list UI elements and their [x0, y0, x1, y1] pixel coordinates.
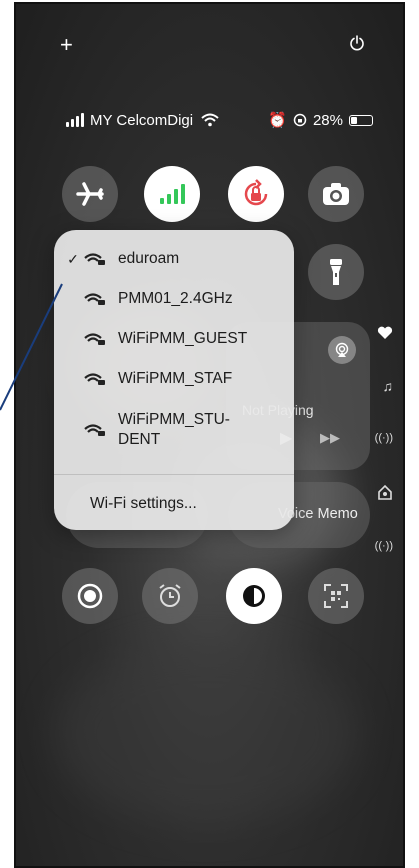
wifi-network-name: WiFiPMM_STAF — [118, 370, 233, 387]
rotation-lock-icon — [244, 179, 268, 206]
cellular-data-button[interactable] — [144, 166, 200, 222]
wifi-lock-icon — [84, 373, 105, 385]
alarm-clock-icon — [159, 584, 181, 607]
airplay-audio-button[interactable] — [328, 336, 356, 364]
control-center-screen: + MY CelcomDigi ⏰ 28% ▶▶ Voice Memo ♫ ((… — [14, 2, 405, 868]
wifi-network-item[interactable]: ✓ eduroam — [54, 250, 294, 268]
top-bar: + — [16, 30, 403, 60]
carrier-name: MY CelcomDigi — [90, 111, 194, 129]
connectivity-broadcast-icon[interactable]: ((·)) — [375, 432, 393, 444]
selected-checkmark-icon: ✓ — [67, 250, 79, 267]
battery-percentage: 28% — [312, 111, 343, 129]
camera-icon — [323, 183, 349, 205]
wifi-network-item[interactable]: PMM01_2.4GHz — [54, 290, 294, 308]
airplay-icon — [335, 342, 349, 357]
airplane-icon — [76, 182, 104, 206]
cellular-bars-icon — [160, 184, 185, 204]
camera-button[interactable] — [308, 166, 364, 222]
status-bar: MY CelcomDigi ⏰ 28% — [66, 108, 373, 132]
next-track-icon[interactable]: ▶▶ — [320, 430, 340, 446]
wifi-status-icon — [201, 113, 219, 127]
flashlight-button[interactable] — [308, 244, 364, 300]
cellular-signal-icon — [66, 113, 84, 127]
connectivity-broadcast-icon[interactable]: ((·)) — [375, 540, 393, 552]
menu-divider — [54, 474, 294, 475]
wifi-network-item[interactable]: WiFiPMM_STU- DENT — [54, 410, 294, 450]
wifi-network-name: eduroam — [118, 250, 180, 267]
music-note-icon[interactable]: ♫ — [383, 378, 394, 394]
wifi-network-item[interactable]: WiFiPMM_GUEST — [54, 330, 294, 348]
record-icon — [77, 583, 103, 609]
background-blur — [56, 644, 356, 824]
wifi-lock-icon — [84, 253, 105, 265]
wifi-settings-link[interactable]: Wi-Fi settings... — [90, 495, 197, 513]
wifi-lock-icon — [84, 333, 105, 345]
qr-scanner-button[interactable] — [308, 568, 364, 624]
wifi-network-name: WiFiPMM_STU- — [118, 411, 230, 428]
flashlight-icon — [330, 259, 342, 285]
favorites-heart-icon[interactable] — [377, 326, 393, 343]
orientation-lock-button[interactable] — [228, 166, 284, 222]
airplane-mode-button[interactable] — [62, 166, 118, 222]
wifi-network-menu: ✓ eduroam PMM01_2.4GHz WiFiPMM_GUEST WiF… — [54, 230, 294, 530]
dark-mode-icon — [243, 585, 265, 607]
wifi-network-item[interactable]: WiFiPMM_STAF — [54, 370, 294, 388]
add-control-button[interactable]: + — [60, 30, 73, 60]
power-icon[interactable] — [349, 35, 365, 51]
alarm-icon: ⏰ — [268, 112, 287, 129]
qr-code-icon — [324, 584, 348, 608]
dark-mode-button[interactable] — [226, 568, 282, 624]
wifi-network-name: WiFiPMM_GUEST — [118, 330, 248, 347]
orientation-lock-icon — [293, 113, 307, 127]
wifi-network-name: PMM01_2.4GHz — [118, 290, 233, 307]
alarm-button[interactable] — [142, 568, 198, 624]
wifi-lock-icon — [84, 293, 105, 305]
battery-icon — [349, 114, 373, 126]
screen-record-button[interactable] — [62, 568, 118, 624]
wifi-network-name-line2: DENT — [118, 431, 161, 448]
wifi-network-name-wrapped: WiFiPMM_STU- DENT — [118, 410, 230, 450]
wifi-lock-icon — [84, 424, 105, 436]
home-icon[interactable] — [377, 484, 393, 503]
